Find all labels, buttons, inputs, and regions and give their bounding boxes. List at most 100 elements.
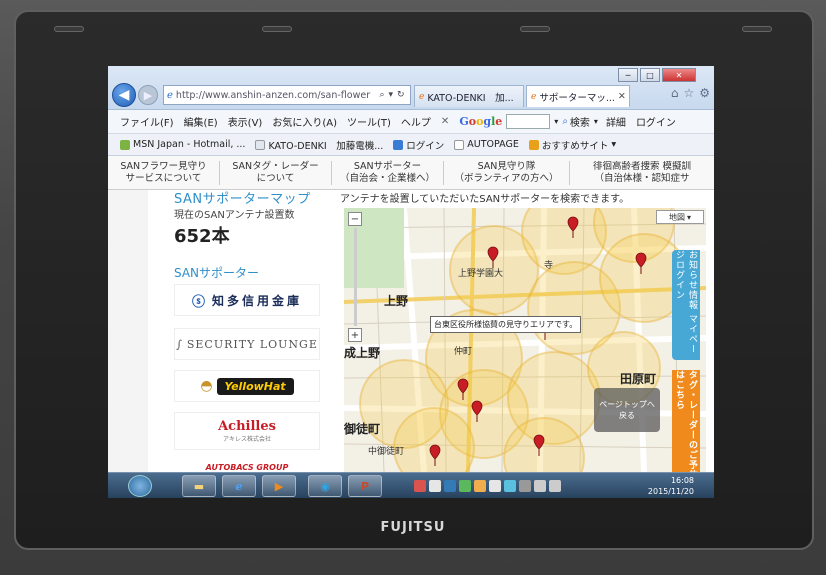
zoom-slider[interactable] [354, 228, 357, 326]
sponsor-achilles[interactable]: Achilles アキレス株式会社 [174, 412, 320, 450]
tray-icon[interactable] [444, 480, 456, 492]
tray-icon[interactable] [429, 480, 441, 492]
browser-right-icons: ⌂ ☆ ⚙ [671, 86, 710, 100]
map-tooltip: 台東区役所様協賛の見守りエリアです。 [430, 316, 582, 333]
favorites-item-kato[interactable]: KATO-DENKI 加藤電機... [255, 138, 383, 152]
back-to-top-button[interactable]: ページトップへ 戻る [594, 388, 660, 432]
left-sidebar: SANサポーターマップ 現在のSANアンテナ設置数 652本 SANサポーター … [108, 190, 344, 474]
menu-bar: ファイル(F) 編集(E) 表示(V) お気に入り(A) ツール(T) ヘルプ … [108, 110, 714, 134]
page-icon [454, 139, 465, 150]
favorites-item-login[interactable]: ログイン [393, 138, 444, 152]
google-toolbar: Google ▾ ⌕ 検索 ▾ 詳細 ログイン [459, 114, 676, 129]
search-icon[interactable]: ⌕ [379, 90, 384, 100]
tab-kato-denki[interactable]: ℯ KATO-DENKI 加... [414, 85, 524, 107]
bezel-bump [742, 26, 772, 32]
sponsor-yellowhat[interactable]: ◓ YellowHat [174, 370, 320, 402]
sponsor-chita-shinkin[interactable]: ⓢ 知多信用金庫 [174, 284, 320, 316]
zoom-in-button[interactable]: + [348, 328, 362, 342]
tray-icon[interactable] [414, 480, 426, 492]
tag-radar-reserve-tab[interactable]: タグ・レーダーのご予約はこちら [672, 370, 700, 480]
skype-icon: ◉ [320, 479, 330, 493]
bezel-bump [262, 26, 292, 32]
browser-nav-bar: ─ □ ✕ ◀ ▶ ℯ http://www.anshin-anzen.com/… [108, 66, 714, 110]
nav-search-drill[interactable]: 徘徊高齢者捜索 模擬訓 （自治体様・認知症サ [570, 161, 714, 185]
sidebar-strip [108, 190, 148, 472]
star-icon[interactable]: ☆ [683, 86, 694, 100]
favorites-item-recommended[interactable]: おすすめサイト ▾ [528, 138, 617, 152]
antenna-count-label: 現在のSANアンテナ設置数 [174, 210, 295, 221]
tray-icon[interactable] [519, 480, 531, 492]
tab-favicon-icon: ℯ [419, 91, 425, 102]
chita-shinkin-logo-icon: ⓢ [191, 294, 208, 310]
taskbar-explorer[interactable]: ▬ [182, 475, 216, 497]
powerpoint-icon: P [360, 479, 370, 493]
menu-file[interactable]: ファイル(F) [120, 114, 174, 129]
map-label-ueno-gakuen: 上野学園大 [458, 269, 504, 279]
folder-icon: ▬ [193, 479, 205, 493]
ie-icon: ℯ [235, 479, 243, 493]
menu-edit[interactable]: 編集(E) [184, 114, 218, 129]
tray-icon[interactable] [459, 480, 471, 492]
taskbar-ie[interactable]: ℯ [222, 475, 256, 497]
tab-favicon-icon: ℯ [531, 91, 537, 102]
taskbar: ▬ ℯ ▶ ◉ P 16:08 2015/11/20 [108, 472, 714, 498]
zoom-out-button[interactable]: − [348, 212, 362, 226]
map-description: アンテナを設置していただいたSANサポーターを検索できます。 [340, 194, 630, 205]
map-label-temple: 寺 [544, 261, 554, 271]
start-button[interactable] [128, 475, 152, 497]
menu-help[interactable]: ヘルプ [401, 114, 431, 129]
system-tray [414, 477, 634, 495]
dropdown-icon[interactable]: ▾ [554, 117, 558, 126]
favorites-item-msn[interactable]: MSN Japan - Hotmail, ... [120, 139, 245, 150]
dropdown-icon: ▾ [686, 212, 691, 222]
nav-san-tag-radar[interactable]: SANタグ・レーダー について [220, 160, 332, 185]
tab-supporter-map[interactable]: ℯ サポーターマッ... ✕ [526, 85, 630, 107]
close-toolbar-icon[interactable]: ✕ [441, 116, 449, 127]
nav-san-mimamori[interactable]: SAN見守り隊 （ボランティアの方へ） [444, 160, 570, 185]
favorites-item-autopage[interactable]: AUTOPAGE [454, 139, 519, 150]
map-canvas [344, 208, 706, 472]
dropdown-icon[interactable]: ▾ [388, 90, 393, 100]
network-icon[interactable] [534, 480, 546, 492]
login-button[interactable]: ログイン [636, 114, 676, 129]
google-logo: Google [459, 115, 503, 128]
forward-button[interactable]: ▶ [138, 85, 158, 105]
map-label-seijo-ueno: 成上野 [344, 346, 381, 360]
taskbar-media-player[interactable]: ▶ [262, 475, 296, 497]
map-label-ueno: 上野 [384, 294, 409, 308]
details-button[interactable]: 詳細 [606, 114, 626, 129]
tray-icon[interactable] [504, 480, 516, 492]
gear-icon[interactable]: ⚙ [699, 86, 710, 100]
map-label-nakacho: 仲町 [454, 347, 473, 357]
mypage-login-tab[interactable]: お知らせ情報 マイページログイン [672, 250, 700, 360]
search-button[interactable]: ⌕ 検索 [562, 114, 590, 129]
security-lounge-logo-icon: ∫ [176, 337, 183, 351]
taskbar-skype[interactable]: ◉ [308, 475, 342, 497]
tray-icon[interactable] [474, 480, 486, 492]
menu-favorites[interactable]: お気に入り(A) [272, 114, 337, 129]
dropdown-icon: ▾ [611, 139, 617, 150]
menu-view[interactable]: 表示(V) [228, 114, 263, 129]
sponsor-security-lounge[interactable]: ∫ SECURITY LOUNGE [174, 328, 320, 360]
tab-close-icon[interactable]: ✕ [618, 91, 626, 102]
minimize-button[interactable]: ─ [618, 68, 638, 82]
recommended-icon [528, 139, 539, 150]
close-button[interactable]: ✕ [662, 68, 696, 82]
back-button[interactable]: ◀ [112, 83, 136, 107]
map-label-tawaramachi: 田原町 [620, 372, 657, 386]
maximize-button[interactable]: □ [640, 68, 660, 82]
menu-tools[interactable]: ツール(T) [347, 114, 391, 129]
tray-icon[interactable] [489, 480, 501, 492]
supporter-map[interactable]: − + 地図 ▾ 上野学園大 上野 成上野 浅草 田原町 御徒町 中御徒町 仲町… [344, 208, 706, 472]
nav-san-flower[interactable]: SANフラワー見守り サービスについて [108, 160, 220, 185]
map-type-button[interactable]: 地図 ▾ [656, 210, 704, 224]
volume-icon[interactable] [549, 480, 561, 492]
refresh-icon[interactable]: ↻ [397, 90, 405, 100]
home-icon[interactable]: ⌂ [671, 86, 679, 100]
dropdown-icon[interactable]: ▾ [594, 117, 598, 126]
laptop-brand: FUJITSU [380, 520, 446, 535]
google-search-input[interactable] [506, 114, 551, 129]
taskbar-clock[interactable]: 16:08 2015/11/20 [648, 475, 694, 497]
taskbar-powerpoint[interactable]: P [348, 475, 382, 497]
nav-san-supporter[interactable]: SANサポーター （自治会・企業様へ） [332, 160, 444, 185]
